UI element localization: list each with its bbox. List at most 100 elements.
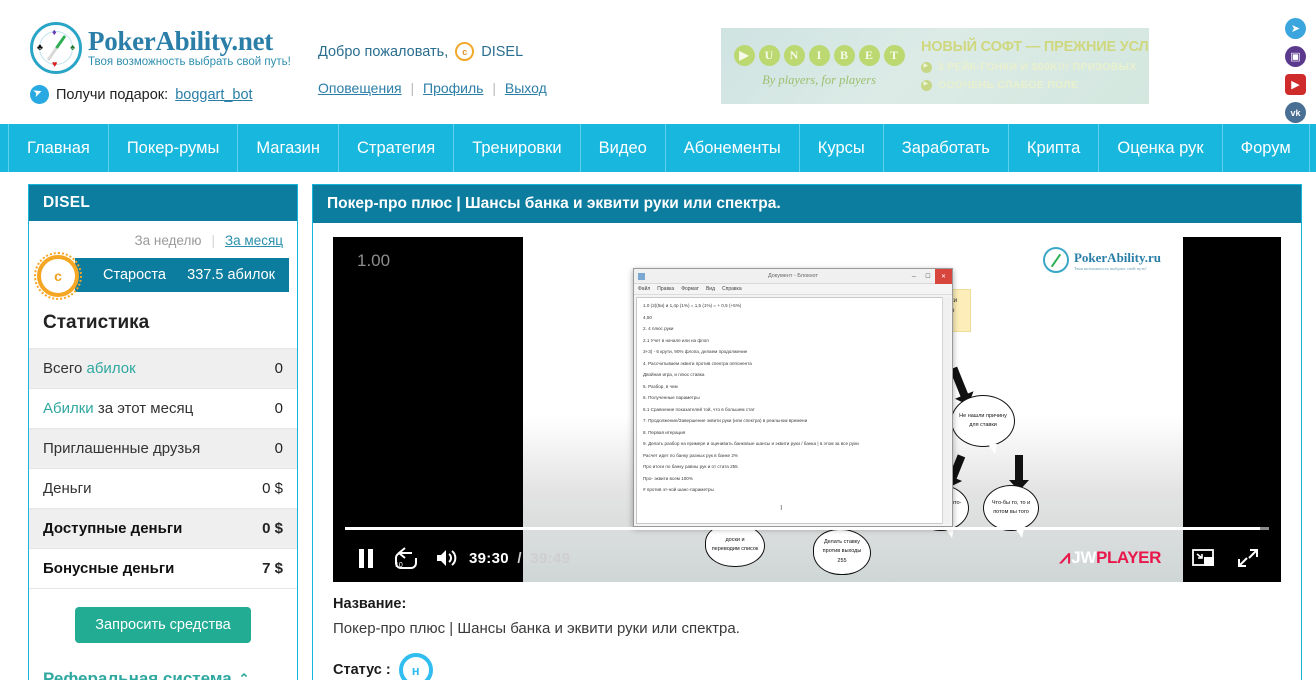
link-profile[interactable]: Профиль (423, 80, 483, 96)
panel-title: Покер-про плюс | Шансы банка и эквити ру… (313, 185, 1301, 223)
notepad-line: 9. Делать разбор на примере и оценивать … (643, 441, 859, 446)
username: DISEL (481, 43, 524, 60)
telegram-social-icon[interactable]: ➤ (1285, 18, 1306, 39)
svg-text:10: 10 (395, 562, 403, 569)
menu-view[interactable]: Вид (706, 286, 715, 292)
sidebar-title: DISEL (29, 185, 297, 221)
unibet-letter: T (883, 44, 905, 66)
stat-value: 0 $ (262, 520, 283, 537)
sidebar-item-referral-system[interactable]: Реферальная система ⌃ (29, 659, 297, 680)
vk-social-icon[interactable]: vk (1285, 102, 1306, 123)
menu-file[interactable]: Файл (638, 286, 650, 292)
video-player[interactable]: 1.00 PokerAbility.ru Твоя возможность вы… (333, 237, 1281, 582)
nav-item-shop[interactable]: Магазин (238, 124, 340, 172)
link-notifications[interactable]: Оповещения (318, 80, 402, 96)
page-root: ♦ ♣ ♠ ♥ PokerAbility.net Твоя возможност… (0, 0, 1316, 680)
minimize-icon[interactable]: ─ (907, 269, 921, 284)
main-panel: Покер-про плюс | Шансы банка и эквити ру… (312, 184, 1302, 680)
video-metadata: Название: Покер-про плюс | Шансы банка и… (313, 582, 1301, 680)
notepad-title-text: Документ - Блокнот (767, 273, 819, 279)
video-progress-bar[interactable] (345, 527, 1269, 530)
notepad-line: 3+3) - 6 крути, 90% флопа, делаем продол… (643, 349, 748, 354)
request-funds-button[interactable]: Запросить средства (75, 607, 251, 643)
nav-item-training[interactable]: Тренировки (454, 124, 581, 172)
stat-value: 0 (274, 400, 283, 417)
stat-row-money: Деньги 0 $ (29, 468, 297, 508)
video-controls: 10 39:30 / 39:49 ⩘ JWPLAYER (333, 534, 1281, 582)
menu-help[interactable]: Справка (722, 286, 742, 292)
notepad-line: 2.1 Учет в начале или на флоп (643, 337, 709, 343)
notepad-scrollbar[interactable] (942, 297, 950, 524)
user-rank-badge-icon: c (455, 42, 475, 61)
content-area: DISEL За неделю | За месяц Староста 337.… (0, 172, 1316, 680)
user-sidebar: DISEL За неделю | За месяц Староста 337.… (28, 184, 298, 680)
notepad-line: 6.1 Сравнение показателей той, что в бол… (643, 406, 755, 412)
notepad-line: Двойная игра, и плюс ставка (643, 372, 705, 377)
nav-item-crypto[interactable]: Крипта (1009, 124, 1100, 172)
notepad-line: # против эт-ной шанс-параметры (643, 487, 714, 492)
video-slide-content: PokerAbility.ru Твоя возможность выбрать… (523, 237, 1183, 582)
nav-item-courses[interactable]: Курсы (800, 124, 884, 172)
slide-logo-tagline: Твоя возможность выбрать свой путь! (1073, 265, 1147, 271)
volume-button[interactable] (427, 548, 467, 568)
stats-heading: Статистика (43, 312, 150, 333)
banner-bullet-icon (921, 79, 932, 91)
notepad-titlebar[interactable]: Документ - Блокнот ─ ☐ ✕ (634, 269, 952, 284)
youtube-social-icon[interactable]: ▶ (1285, 74, 1306, 95)
slide-watermark-logo: PokerAbility.ru Твоя возможность выбрать… (1042, 247, 1161, 273)
pip-button[interactable] (1187, 548, 1221, 568)
jwplayer-logo[interactable]: ⩘ JWPLAYER (1059, 547, 1162, 569)
unibet-banner-ad[interactable]: ▶ U N I B E T By players, for players НО… (721, 28, 1149, 104)
unibet-logo: ▶ U N I B E T (733, 44, 905, 66)
close-icon[interactable]: ✕ (935, 269, 952, 284)
stat-value: 7 $ (262, 560, 283, 577)
title-label: Название: (333, 596, 407, 612)
stat-label-accent: абилок (86, 360, 136, 377)
rank-row: Староста 337.5 абилок c (29, 252, 297, 300)
notepad-text-area[interactable]: 1.0 (2)(5и) и 1,4р (1%) = 1,5 (1%) = + 0… (636, 297, 950, 524)
nav-item-earn[interactable]: Заработать (884, 124, 1009, 172)
nav-item-forum[interactable]: Форум (1223, 124, 1310, 172)
jwplayer-j: JW (1071, 548, 1096, 567)
diamond-suit-icon: ♦ (52, 27, 57, 37)
welcome-block: Добро пожаловать, c DISEL Оповещения | П… (318, 42, 547, 96)
notepad-line: 5. Разбор, в чем (643, 383, 678, 389)
link-logout[interactable]: Выход (505, 80, 547, 96)
status-label: Статус : (333, 662, 391, 678)
notepad-line: 8. Первая итерация (643, 429, 686, 435)
fullscreen-button[interactable] (1231, 548, 1265, 568)
nav-item-strategy[interactable]: Стратегия (339, 124, 455, 172)
nav-item-hand-review[interactable]: Оценка рук (1099, 124, 1223, 172)
notepad-window[interactable]: Документ - Блокнот ─ ☐ ✕ Файл Правка Фор… (633, 268, 953, 527)
logo-tagline: Твоя возможность выбрать свой путь! (88, 55, 291, 68)
banner-bullet-text: 3 РЕЙК-ГОНКИ И $60K!!! ПРИЗОВЫХ (938, 61, 1137, 73)
site-logo-block[interactable]: ♦ ♣ ♠ ♥ PokerAbility.net Твоя возможност… (30, 22, 291, 104)
period-week[interactable]: За неделю (134, 233, 201, 248)
text-cursor-icon: I (780, 505, 783, 512)
menu-edit[interactable]: Правка (657, 286, 674, 292)
telegram-icon (30, 85, 49, 104)
link-separator-2: | (492, 80, 496, 96)
maximize-icon[interactable]: ☐ (921, 269, 935, 284)
video-current-time: 39:30 (469, 549, 509, 567)
diagram-bubble-small-2: Что-бы то, то и потом вы того (983, 485, 1039, 538)
main-navigation: Главная Покер-румы Магазин Стратегия Тре… (0, 124, 1316, 172)
menu-format[interactable]: Формат (681, 286, 699, 292)
nav-item-poker-rooms[interactable]: Покер-румы (109, 124, 239, 172)
stat-row-available-money: Доступные деньги 0 $ (29, 508, 297, 548)
jwplayer-wave-icon: ⩘ (1059, 547, 1071, 568)
period-month[interactable]: За месяц (225, 233, 283, 248)
gift-bot-link[interactable]: boggart_bot (175, 87, 252, 103)
rewind-10-button[interactable]: 10 (383, 547, 427, 569)
notepad-line: 6. Полученные параметры (643, 395, 700, 400)
gift-label: Получи подарок: (56, 86, 169, 103)
nav-item-glavnaya[interactable]: Главная (8, 124, 109, 172)
nav-item-video[interactable]: Видео (581, 124, 666, 172)
banner-headline: НОВЫЙ СОФТ — ПРЕЖНИЕ УСЛОВИЯ: (921, 39, 1149, 55)
pause-button[interactable] (349, 548, 383, 568)
compass-logo-icon: ♦ ♣ ♠ ♥ (30, 22, 82, 74)
notepad-menubar: Файл Правка Формат Вид Справка (634, 284, 952, 295)
stat-row-total-abilok: Всего абилок 0 (29, 348, 297, 388)
nav-item-subscriptions[interactable]: Абонементы (666, 124, 800, 172)
twitch-social-icon[interactable]: ▣ (1285, 46, 1306, 67)
